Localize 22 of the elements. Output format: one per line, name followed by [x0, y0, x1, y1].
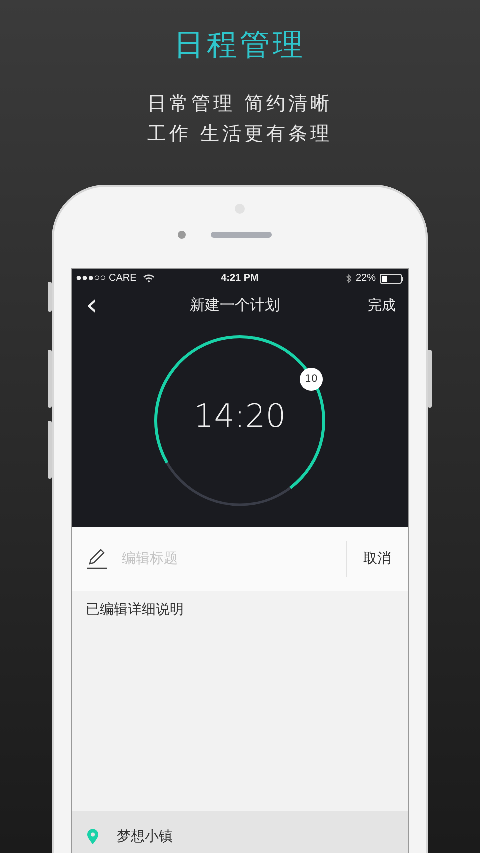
- battery-percent: 22%: [356, 273, 376, 284]
- cancel-button[interactable]: 取消: [346, 541, 408, 577]
- done-button[interactable]: 完成: [368, 296, 396, 314]
- battery-icon: [380, 274, 404, 284]
- carrier-signal: ●●●○○ CARE: [76, 273, 137, 284]
- back-button[interactable]: ‹: [82, 290, 102, 320]
- speaker-grille: [211, 232, 272, 238]
- bluetooth-icon: [346, 274, 352, 284]
- location-text: 梦想小镇: [117, 829, 173, 845]
- minute-handle[interactable]: 10: [300, 368, 323, 391]
- description-text: 已编辑详细说明: [86, 601, 185, 619]
- headline: 日程管理: [174, 28, 306, 64]
- screen-title: 新建一个计划: [190, 296, 280, 315]
- pen-icon: [86, 548, 108, 570]
- status-time: 4:21 PM: [221, 273, 259, 284]
- wifi-icon: [142, 274, 155, 283]
- sensor-dot: [178, 231, 186, 239]
- tagline: 日常管理 简约清晰: [147, 92, 333, 117]
- tagline: 工作 生活更有条理: [147, 122, 333, 147]
- location-pin-icon: [87, 829, 99, 845]
- dial-time: 14:20: [192, 397, 288, 435]
- location-row[interactable]: 梦想小镇: [72, 811, 408, 853]
